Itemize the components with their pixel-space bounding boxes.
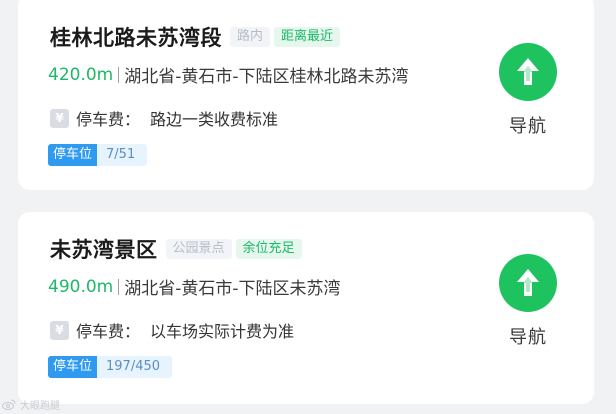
navigation-circle[interactable] <box>499 43 557 101</box>
type-tag: 路内 <box>230 27 271 47</box>
yen-icon: ¥ <box>50 320 69 340</box>
spaces-count: 7/51 <box>97 144 148 166</box>
parking-spaces-badge: 停车位 7/51 <box>48 144 148 166</box>
parking-spaces-badge: 停车位 197/450 <box>48 356 173 378</box>
navigation-arrow-icon <box>517 269 539 296</box>
fee-value: 以车场实际计费为准 <box>150 322 295 341</box>
distance: 490.0m <box>48 276 114 297</box>
navigation-arrow-icon <box>517 58 539 85</box>
spaces-label: 停车位 <box>48 356 98 378</box>
navigate-label[interactable]: 导航 <box>489 323 567 349</box>
fee-row: ¥ 停车费： 路边一类收费标准 <box>50 106 278 130</box>
divider <box>118 66 120 83</box>
address-row: 490.0m 湖北省-黄石市-下陆区未苏湾 <box>48 274 341 300</box>
weibo-icon <box>2 399 16 410</box>
navigate-button[interactable]: 导航 <box>489 43 567 138</box>
yen-icon: ¥ <box>50 108 69 128</box>
fee-value: 路边一类收费标准 <box>150 110 279 129</box>
fee-row: ¥ 停车费： 以车场实际计费为准 <box>50 318 294 342</box>
parking-card[interactable]: 桂林北路未苏湾段 路内 距离最近 420.0m 湖北省-黄石市-下陆区桂林北路未… <box>18 0 594 190</box>
divider <box>118 278 120 295</box>
fee-label: 停车费： <box>76 110 141 129</box>
watermark: 大眼跑腿 <box>2 397 60 412</box>
address: 湖北省-黄石市-下陆区桂林北路未苏湾 <box>124 67 409 87</box>
fee-label: 停车费： <box>76 322 141 341</box>
navigate-label[interactable]: 导航 <box>489 112 567 138</box>
type-tag: 公园景点 <box>165 239 232 259</box>
spaces-label: 停车位 <box>48 144 98 166</box>
distance: 420.0m <box>48 64 114 85</box>
address: 湖北省-黄石市-下陆区未苏湾 <box>124 279 341 299</box>
address-row: 420.0m 湖北省-黄石市-下陆区桂林北路未苏湾 <box>48 62 409 88</box>
navigation-circle[interactable] <box>499 254 557 312</box>
parking-name: 未苏湾景区 <box>50 238 158 262</box>
status-tag: 距离最近 <box>274 27 341 47</box>
parking-name: 桂林北路未苏湾段 <box>50 26 222 50</box>
parking-title-row: 未苏湾景区 公园景点 余位充足 <box>50 234 302 264</box>
navigate-button[interactable]: 导航 <box>489 254 567 349</box>
watermark-text: 大眼跑腿 <box>20 401 60 412</box>
parking-title-row: 桂林北路未苏湾段 路内 距离最近 <box>50 22 341 52</box>
parking-card[interactable]: 未苏湾景区 公园景点 余位充足 490.0m 湖北省-黄石市-下陆区未苏湾 ¥ … <box>18 212 594 404</box>
status-tag: 余位充足 <box>235 239 302 259</box>
spaces-count: 197/450 <box>97 356 173 378</box>
